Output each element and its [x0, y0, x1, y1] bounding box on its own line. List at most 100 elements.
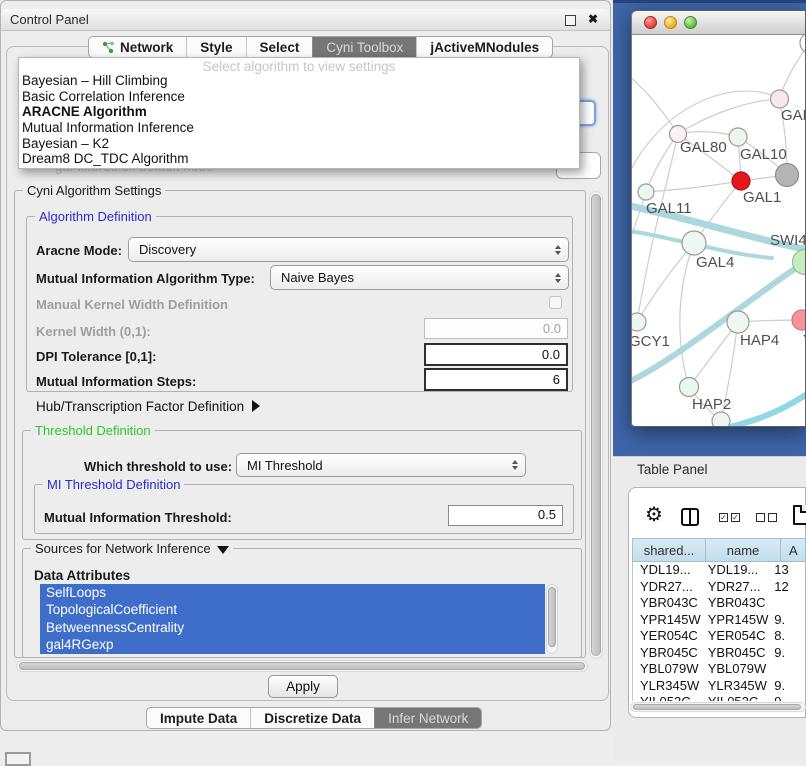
- network-node-gal4[interactable]: [682, 231, 706, 255]
- network-tab-icon: [102, 41, 115, 54]
- tab-infer-network[interactable]: Infer Network: [374, 708, 481, 728]
- data-attribute-item[interactable]: gal4RGexp: [40, 636, 545, 653]
- float-window-icon[interactable]: [565, 15, 576, 26]
- mac-close-button[interactable]: [644, 16, 657, 29]
- table-cell: YLR345W: [633, 678, 701, 695]
- checked-box-icon: ✓: [731, 513, 740, 522]
- table-row[interactable]: YLR345WYLR345W9.: [633, 678, 806, 695]
- network-node-gal1[interactable]: [732, 172, 750, 190]
- column-header-name[interactable]: name: [706, 538, 781, 562]
- settings-horizontal-scrollbar-thumb[interactable]: [19, 662, 585, 670]
- network-edge: [637, 134, 678, 322]
- table-row[interactable]: YER054CYER054C8.: [633, 628, 806, 645]
- tab-network-label: Network: [120, 40, 173, 55]
- algorithm-placeholder: Select algorithm to view settings: [19, 58, 579, 73]
- data-attribute-item[interactable]: TopologicalCoefficient: [40, 601, 545, 618]
- close-icon[interactable]: ✖: [588, 12, 598, 26]
- tab-select[interactable]: Select: [246, 37, 313, 57]
- combo-stepper-icon: [555, 245, 561, 255]
- which-threshold-value: MI Threshold: [247, 458, 323, 473]
- mac-minimize-button[interactable]: [664, 16, 677, 29]
- network-node-hap4[interactable]: [727, 311, 749, 333]
- aracne-mode-combobox[interactable]: Discovery: [128, 237, 569, 262]
- column-header-shared[interactable]: shared...: [632, 538, 706, 562]
- settings-vertical-scrollbar[interactable]: [589, 191, 603, 659]
- manual-kernel-width-checkbox[interactable]: [549, 296, 562, 309]
- table-horizontal-scrollbar-thumb[interactable]: [633, 704, 801, 710]
- checked-box-icon: ✓: [719, 513, 728, 522]
- network-node-gal[interactable]: [771, 90, 789, 108]
- network-node[interactable]: [712, 412, 730, 427]
- table-row[interactable]: YBR043CYBR043C: [633, 595, 806, 612]
- gear-icon[interactable]: ⚙: [645, 505, 663, 525]
- algorithm-option[interactable]: Bayesian – K2: [19, 136, 579, 152]
- table-row[interactable]: YDL19...YDL19...13: [633, 562, 806, 579]
- screen: { "control_panel": { "title": "Control P…: [0, 0, 806, 762]
- network-node-y[interactable]: [792, 310, 806, 330]
- attributes-scrollbar-thumb[interactable]: [548, 587, 556, 647]
- settings-vertical-scrollbar-thumb[interactable]: [591, 194, 601, 656]
- bottom-tabbar: Impute Data Discretize Data Infer Networ…: [146, 707, 482, 729]
- sources-title-text: Sources for Network Inference: [35, 541, 211, 556]
- network-node[interactable]: [800, 34, 806, 53]
- table-row[interactable]: YBL079WYBL079W: [633, 661, 806, 678]
- network-node[interactable]: [776, 164, 799, 187]
- tab-network[interactable]: Network: [89, 37, 186, 57]
- sources-group-title: Sources for Network Inference: [31, 541, 233, 556]
- table-cell: [769, 661, 806, 678]
- table-row[interactable]: YBR045CYBR045C9.: [633, 645, 806, 662]
- table-cell: YBL079W: [701, 661, 770, 678]
- network-edge: [632, 262, 805, 386]
- mi-threshold-input[interactable]: 0.5: [448, 505, 563, 526]
- control-panel-title: Control Panel: [1, 12, 89, 27]
- network-node-gcy1[interactable]: [632, 313, 646, 331]
- node-label: GAL4: [696, 254, 734, 271]
- network-node-hap2[interactable]: [680, 378, 699, 397]
- node-label: GAL11: [646, 200, 692, 217]
- tab-impute-data[interactable]: Impute Data: [147, 708, 250, 728]
- mi-steps-input[interactable]: 6: [424, 368, 568, 391]
- apply-button[interactable]: Apply: [268, 675, 338, 698]
- file-icon[interactable]: [793, 505, 806, 525]
- data-attribute-item[interactable]: SelfLoops: [40, 584, 545, 601]
- algorithm-dropdown-popup: Select algorithm to view settings Bayesi…: [18, 57, 580, 169]
- dpi-tolerance-input[interactable]: 0.0: [424, 343, 568, 366]
- mac-zoom-button[interactable]: [684, 16, 697, 29]
- table-cell: 12: [769, 579, 806, 596]
- network-node-gal11[interactable]: [638, 184, 654, 200]
- kernel-width-input[interactable]: 0.0: [424, 318, 568, 339]
- attributes-scrollbar[interactable]: [546, 584, 558, 654]
- columns-icon[interactable]: [681, 508, 699, 526]
- collapse-arrow-icon[interactable]: [217, 546, 229, 554]
- algorithm-option[interactable]: Mutual Information Inference: [19, 120, 579, 136]
- which-threshold-combobox[interactable]: MI Threshold: [236, 453, 526, 477]
- table-cell: 9.: [769, 645, 806, 662]
- network-canvas[interactable]: GALGAL80GAL10GAL1GAL11SWI4GAL4GCY1HAP4YH…: [632, 34, 806, 427]
- settings-horizontal-scrollbar[interactable]: [16, 660, 588, 672]
- table-row[interactable]: YPR145WYPR145W9.: [633, 612, 806, 629]
- tab-style[interactable]: Style: [186, 37, 245, 57]
- table-row[interactable]: YIL052CYIL052C9: [633, 694, 806, 701]
- algorithm-option[interactable]: Basic Correlation Inference: [19, 89, 579, 105]
- table-cell: YBL079W: [633, 661, 701, 678]
- algorithm-option[interactable]: Dream8 DC_TDC Algorithm: [19, 151, 579, 167]
- deselect-all-icon[interactable]: [756, 513, 777, 522]
- select-all-icon[interactable]: ✓✓: [719, 513, 740, 522]
- expand-arrow-icon[interactable]: [252, 400, 260, 412]
- tab-discretize-data[interactable]: Discretize Data: [250, 708, 374, 728]
- table-cell: YBR043C: [701, 595, 770, 612]
- tab-jactivemnodules[interactable]: jActiveMNodules: [416, 37, 552, 57]
- algorithm-option[interactable]: Bayesian – Hill Climbing: [19, 73, 579, 89]
- network-edge: [689, 322, 738, 387]
- tab-style-label: Style: [200, 40, 232, 55]
- table-horizontal-scrollbar[interactable]: [630, 702, 806, 712]
- table-row[interactable]: YDR27...YDR27...12: [633, 579, 806, 596]
- network-node-gal10[interactable]: [729, 128, 747, 146]
- column-header-partial[interactable]: A: [781, 538, 806, 562]
- tab-cyni-toolbox[interactable]: Cyni Toolbox: [312, 37, 416, 57]
- data-attribute-item[interactable]: BetweennessCentrality: [40, 619, 545, 636]
- hub-definition-toggle[interactable]: Hub/Transcription Factor Definition: [36, 399, 260, 414]
- table-cell: YDR27...: [701, 579, 770, 596]
- algorithm-option[interactable]: ARACNE Algorithm: [19, 104, 579, 120]
- mi-type-combobox[interactable]: Naive Bayes: [270, 265, 569, 290]
